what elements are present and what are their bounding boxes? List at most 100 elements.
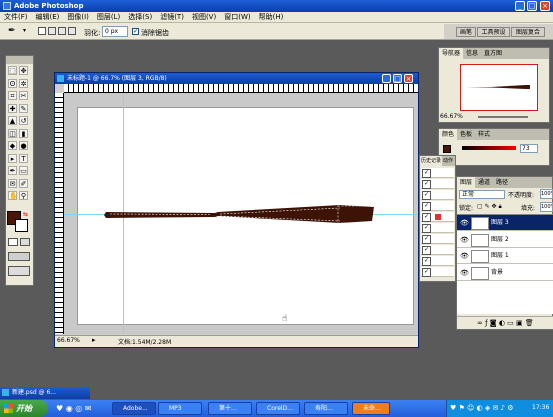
feather-input[interactable]: 0 px [102, 26, 128, 37]
crop-tool-icon[interactable]: ⌗ [8, 91, 17, 100]
layer-row[interactable]: 👁︎ 图层 2 [457, 231, 553, 248]
taskbar-item[interactable]: CorelD... [256, 402, 300, 415]
taskbar-item[interactable]: 寿阳... [304, 402, 348, 415]
swap-colors-icon[interactable]: ⇆ [23, 211, 28, 218]
history-row[interactable]: ✓ [421, 201, 454, 211]
history-row[interactable]: ✓ [421, 256, 454, 266]
chevron-down-icon[interactable]: ▾ [23, 27, 26, 34]
document-info[interactable]: 文档:1.54M/2.28M [118, 337, 171, 346]
menu-window[interactable]: 窗口(W) [220, 12, 254, 23]
layer-style-icon[interactable]: ƒ [485, 319, 487, 327]
history-row[interactable]: ✓ [421, 267, 454, 277]
history-checkbox[interactable]: ✓ [422, 202, 431, 211]
menu-view[interactable]: 视图(V) [188, 12, 220, 23]
lock-icons[interactable]: ▢ ✎ ✥ 🔒︎ [477, 203, 517, 211]
minimize-button[interactable]: _ [515, 1, 525, 11]
pen-tool-icon[interactable]: ✒ [8, 26, 22, 37]
minimized-document[interactable]: 新建.psd @ 6... [0, 387, 90, 399]
selection-mode-intersect-icon[interactable] [68, 27, 76, 35]
navigator-zoom-value[interactable]: 66.67% [440, 113, 463, 120]
close-button[interactable]: × [540, 1, 550, 11]
tab-navigator[interactable]: 导航器 [439, 48, 464, 59]
antialias-checkbox[interactable]: ✓ [132, 28, 139, 35]
background-color-swatch[interactable] [15, 219, 28, 232]
jump-to-imageready-icon[interactable] [8, 266, 30, 276]
quick-launch-icons[interactable]: ♥ ◉ ◎ ✉ [56, 402, 108, 415]
slice-tool-icon[interactable]: ✂ [19, 91, 28, 100]
document-maximize-button[interactable]: □ [393, 74, 402, 83]
tab-styles[interactable]: 样式 [475, 131, 493, 138]
selection-mode-new-icon[interactable] [38, 27, 46, 35]
gradient-tool-icon[interactable]: ▮ [19, 128, 28, 138]
tab-histogram[interactable]: 直方图 [481, 50, 505, 57]
taskbar-item[interactable]: MP3 [158, 402, 202, 415]
mask-icon[interactable]: ◙ [490, 319, 497, 327]
menu-file[interactable]: 文件(F) [0, 12, 32, 23]
tab-paths[interactable]: 路径 [493, 179, 511, 186]
hand-tool-icon[interactable]: ✋ [8, 191, 18, 200]
history-checkbox[interactable]: ✓ [422, 257, 431, 266]
magic-wand-tool-icon[interactable]: ✲ [19, 78, 28, 88]
history-row[interactable]: ✓ [421, 168, 454, 178]
history-checkbox[interactable]: ✓ [422, 180, 431, 189]
color-slider-r[interactable] [462, 146, 516, 150]
document-minimize-button[interactable]: _ [382, 74, 391, 83]
status-menu-arrow-icon[interactable]: ▸ [92, 336, 96, 344]
type-tool-icon[interactable]: T [19, 153, 28, 163]
fill-field[interactable]: 100% [540, 202, 553, 212]
tab-tool-presets[interactable]: 工具预设 [477, 27, 510, 37]
history-checkbox[interactable]: ✓ [422, 268, 431, 277]
eye-icon[interactable]: 👁︎ [460, 265, 469, 281]
eraser-tool-icon[interactable]: ◫ [8, 128, 17, 138]
move-tool-icon[interactable]: ✥ [19, 66, 28, 75]
tab-layer-comps[interactable]: 图层复合 [511, 27, 545, 37]
zoom-tool-icon[interactable]: ⚲ [19, 191, 28, 200]
maximize-button[interactable]: □ [527, 1, 537, 11]
taskbar-item[interactable]: 未命... [352, 402, 390, 415]
healing-brush-tool-icon[interactable]: ✚ [8, 103, 17, 113]
lasso-tool-icon[interactable]: ʘ [8, 78, 17, 88]
clone-stamp-tool-icon[interactable]: ▲ [8, 116, 17, 125]
eye-icon[interactable]: 👁︎ [460, 232, 469, 248]
pen-tool-icon[interactable]: ✒ [8, 166, 17, 175]
menu-filter[interactable]: 滤镜(T) [156, 12, 188, 23]
opacity-field[interactable]: 100% [540, 189, 553, 199]
layer-row[interactable]: 👁︎ 图层 3 [457, 215, 553, 231]
menu-image[interactable]: 图像(I) [63, 12, 93, 23]
marquee-tool-icon[interactable]: ⬚ [8, 66, 17, 75]
document-close-button[interactable]: × [404, 74, 413, 83]
notes-tool-icon[interactable]: ✉ [8, 178, 17, 188]
link-layers-icon[interactable]: ∞ [477, 319, 483, 327]
history-checkbox[interactable]: ✓ [422, 213, 431, 222]
selection-mode-subtract-icon[interactable] [58, 27, 66, 35]
history-row[interactable]: ✓ [421, 212, 454, 222]
taskbar-item[interactable]: 第十... [208, 402, 252, 415]
history-checkbox[interactable]: ✓ [422, 169, 431, 178]
history-checkbox[interactable]: ✓ [422, 191, 431, 200]
tab-swatches[interactable]: 色板 [457, 131, 475, 138]
history-brush-tool-icon[interactable]: ↺ [19, 116, 28, 125]
eyedropper-tool-icon[interactable]: ✐ [19, 178, 28, 188]
color-swatch-foreground[interactable] [443, 145, 451, 153]
tray-icons[interactable]: ♥ ⚑ ☺ ◐ ◈ ✉ ♪ ⚙ [450, 402, 530, 415]
standard-mode-icon[interactable] [20, 238, 30, 246]
dodge-tool-icon[interactable]: ● [19, 141, 28, 150]
history-row[interactable]: ✓ [421, 223, 454, 233]
brush-tool-icon[interactable]: ✎ [19, 103, 28, 113]
menu-help[interactable]: 帮助(H) [255, 12, 288, 23]
layer-row[interactable]: 👁︎ 背景 [457, 264, 553, 281]
tab-layers[interactable]: 图层 [457, 177, 476, 188]
tab-history[interactable]: 历史记录 [420, 156, 443, 166]
path-selection-tool-icon[interactable]: ▸ [8, 153, 17, 163]
adjustment-layer-icon[interactable]: ◐ [499, 319, 505, 327]
group-folder-icon[interactable]: ▭ [507, 319, 514, 327]
new-layer-icon[interactable]: ▣ [516, 319, 523, 327]
history-checkbox[interactable]: ✓ [422, 246, 431, 255]
history-row[interactable]: ✓ [421, 179, 454, 189]
navigator-zoom-slider[interactable] [478, 116, 528, 118]
tab-actions[interactable]: 动作 [442, 158, 454, 164]
selection-mode-add-icon[interactable] [48, 27, 56, 35]
tab-info[interactable]: 信息 [463, 50, 481, 57]
trash-icon[interactable]: 🗑︎ [525, 319, 534, 327]
history-row[interactable]: ✓ [421, 234, 454, 244]
